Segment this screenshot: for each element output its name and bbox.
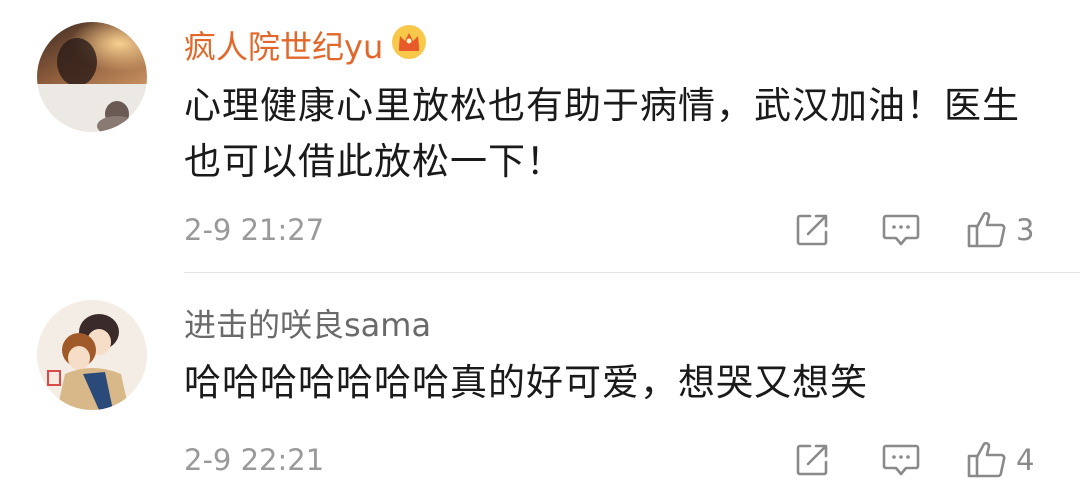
- share-icon[interactable]: [794, 442, 830, 478]
- like-count: 3: [1016, 213, 1035, 247]
- avatar[interactable]: [37, 300, 147, 410]
- share-icon[interactable]: [794, 212, 830, 248]
- like-icon[interactable]: [966, 440, 1008, 480]
- like-button[interactable]: 3: [966, 210, 1034, 250]
- comment-item: 疯人院世纪yu 心理健康心里放松也有助于病情，武汉加油！医生也可以借此放松一下！…: [0, 0, 1080, 272]
- comment-text: 哈哈哈哈哈哈哈真的好可爱，想哭又想笑: [184, 361, 868, 404]
- username-text[interactable]: 疯人院世纪yu: [184, 27, 383, 67]
- username[interactable]: 疯人院世纪yu: [184, 24, 427, 69]
- timestamp: 2-9 21:27: [184, 213, 325, 247]
- share-button[interactable]: [794, 442, 830, 478]
- avatar[interactable]: [37, 22, 147, 132]
- comment-item: 进击的咲良sama 哈哈哈哈哈哈哈真的好可爱，想哭又想笑 2-9 22:21 4: [0, 273, 1080, 495]
- reply-button[interactable]: [882, 212, 920, 248]
- reply-button[interactable]: [882, 442, 920, 478]
- reply-icon[interactable]: [882, 442, 920, 478]
- username[interactable]: 进击的咲良sama: [184, 305, 431, 345]
- like-count: 4: [1016, 443, 1035, 477]
- like-icon[interactable]: [966, 210, 1008, 250]
- avatar-image: [37, 22, 147, 132]
- timestamp: 2-9 22:21: [184, 443, 325, 477]
- share-button[interactable]: [794, 212, 830, 248]
- username-text[interactable]: 进击的咲良sama: [184, 306, 431, 344]
- crown-badge-icon[interactable]: [391, 24, 427, 69]
- avatar-image: [37, 300, 147, 410]
- comment-text: 心理健康心里放松也有助于病情，武汉加油！医生也可以借此放松一下！: [184, 84, 1020, 183]
- reply-icon[interactable]: [882, 212, 920, 248]
- like-button[interactable]: 4: [966, 440, 1034, 480]
